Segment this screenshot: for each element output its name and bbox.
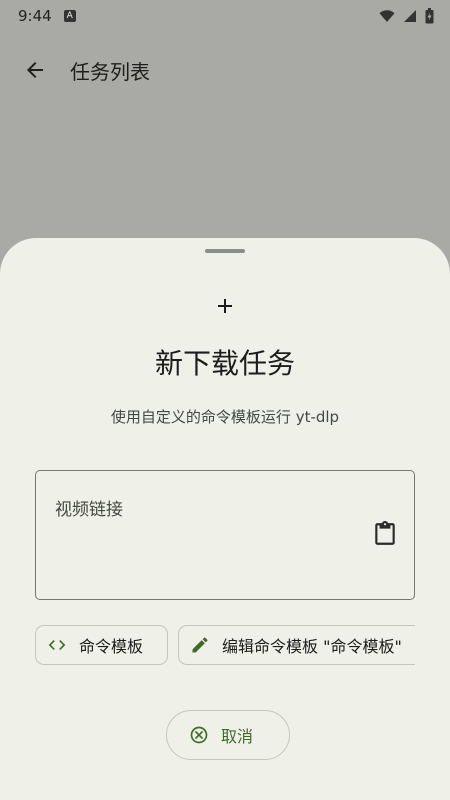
url-placeholder: 视频链接 bbox=[55, 500, 123, 520]
paste-icon[interactable] bbox=[372, 521, 398, 547]
code-icon bbox=[47, 635, 67, 655]
video-url-input[interactable]: 视频链接 bbox=[35, 470, 415, 600]
status-time: 9:44 bbox=[18, 7, 52, 25]
status-icons bbox=[379, 8, 434, 24]
chip-label: 编辑命令模板 "命令模板" bbox=[222, 637, 402, 656]
sheet-subtitle: 使用自定义的命令模板运行 yt-dlp bbox=[110, 408, 340, 426]
cancel-button[interactable]: 取消 bbox=[166, 710, 290, 760]
cancel-label: 取消 bbox=[221, 727, 254, 746]
app-title: 任务列表 bbox=[70, 59, 150, 84]
signal-icon bbox=[404, 10, 416, 22]
drag-handle[interactable] bbox=[205, 249, 245, 253]
chip-label: 命令模板 bbox=[79, 637, 144, 656]
sheet-title: 新下载任务 bbox=[154, 347, 295, 380]
plus-icon bbox=[218, 299, 232, 313]
new-download-sheet: 新下载任务 使用自定义的命令模板运行 yt-dlp 视频链接 命令模板 编辑命令… bbox=[0, 238, 450, 800]
status-bar: 9:44 A bbox=[0, 0, 450, 32]
notification-badge-icon: A bbox=[63, 10, 76, 22]
back-button[interactable] bbox=[11, 46, 59, 94]
cancel-icon bbox=[190, 726, 208, 744]
battery-icon bbox=[425, 8, 434, 24]
edit-command-template-chip[interactable]: 编辑命令模板 "命令模板" bbox=[178, 625, 415, 665]
wifi-icon bbox=[379, 10, 395, 22]
pencil-icon bbox=[190, 635, 210, 655]
command-template-chip[interactable]: 命令模板 bbox=[35, 625, 168, 665]
arrow-back-icon bbox=[27, 62, 43, 78]
app-bar: 任务列表 bbox=[0, 46, 450, 94]
